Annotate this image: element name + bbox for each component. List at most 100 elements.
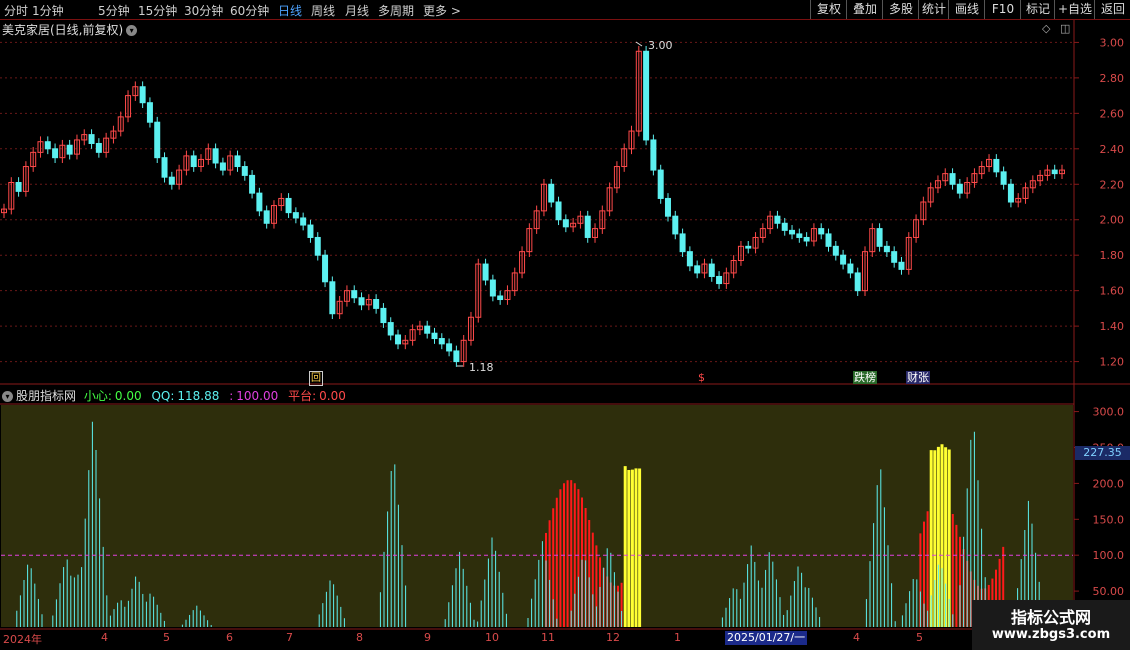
candle-body: [549, 184, 554, 202]
x-label-sep: 9: [424, 631, 431, 644]
candle-body: [556, 202, 561, 220]
candle-body: [67, 145, 72, 154]
candle-body: [1052, 170, 1057, 174]
candle-body: [994, 159, 999, 171]
candle-body: [957, 184, 962, 193]
indicator-tick-label: 300.0: [1093, 406, 1125, 419]
price-tick-label: 1.80: [1100, 249, 1125, 262]
candle-body: [826, 234, 831, 246]
candle-body: [293, 213, 298, 218]
x-label-apr-2025: 4: [853, 631, 860, 644]
candle-body: [308, 225, 313, 237]
indicator-name: 股朋指标网: [16, 389, 76, 403]
candle-body: [352, 291, 357, 298]
marker-diebang[interactable]: 跌榜: [853, 371, 877, 384]
candle-body: [323, 255, 328, 282]
marker-caizhang[interactable]: 财张: [906, 371, 930, 384]
third-value: 100.00: [236, 389, 278, 403]
candle-body: [899, 262, 904, 269]
candle-body: [374, 300, 379, 309]
candle-body: [687, 252, 692, 266]
price-tick-label: 2.00: [1100, 214, 1125, 227]
x-label-oct: 10: [485, 631, 499, 644]
candle-body: [359, 298, 364, 305]
candle-body: [301, 218, 306, 225]
candle-body: [717, 276, 722, 283]
candle-body: [396, 335, 401, 344]
candle-body: [213, 149, 218, 163]
watermark-url: www.zbgs3.com: [972, 627, 1130, 642]
candle-body: [425, 326, 430, 333]
candle-body: [381, 308, 386, 322]
indicator-title-row[interactable]: ▾ 股朋指标网 小心: 0.00 QQ: 118.88 :100.00 平台: 0.00: [2, 387, 346, 404]
high-price-label: 3.00: [648, 39, 673, 52]
chart-canvas: 3.00 2.80 2.60 2.40 2.20 2.00 1.80 1.60 1.40 1.20…: [0, 0, 1130, 650]
candle-body: [155, 122, 160, 157]
candle-body: [819, 229, 824, 234]
candle-body: [169, 177, 174, 184]
x-label-2024: 2024年: [3, 631, 42, 647]
candle-body: [841, 255, 846, 264]
indicator-tick-label: 50.00: [1093, 585, 1125, 598]
x-label-may-2025: 5: [916, 631, 923, 644]
candle-body: [250, 175, 255, 193]
marker-dollar[interactable]: $: [697, 371, 706, 384]
candle-body: [264, 211, 269, 223]
x-label-may: 5: [163, 631, 170, 644]
candle-body: [804, 237, 809, 241]
candle-body: [651, 140, 656, 170]
price-tick-label: 2.40: [1100, 143, 1125, 156]
candle-body: [432, 333, 437, 338]
price-tick-label: 3.00: [1100, 36, 1125, 49]
indicator-background: [1, 405, 1073, 627]
marker-hui[interactable]: 回: [309, 371, 323, 386]
x-label-nov: 11: [541, 631, 555, 644]
third-label: :: [229, 389, 233, 403]
candle-body: [490, 280, 495, 296]
candle-body: [790, 230, 795, 234]
candle-body: [884, 246, 889, 251]
xiaoxin-value: 0.00: [115, 389, 142, 403]
price-tick-label: 2.60: [1100, 107, 1125, 120]
candle-body: [658, 170, 663, 198]
current-date-cursor: 2025/01/27/一: [725, 631, 807, 645]
indicator-y-ticks: 300.0250.0200.0150.0100.050.00: [1074, 406, 1124, 599]
indicator-tick-label: 150.0: [1093, 513, 1125, 526]
indicator-tick-label: 100.0: [1093, 549, 1125, 562]
x-label-dec: 12: [606, 631, 620, 644]
candle-body: [140, 87, 145, 103]
current-indicator-value: 227.35: [1075, 446, 1130, 460]
candle-body: [1008, 184, 1013, 202]
watermark-title: 指标公式网: [972, 604, 1130, 628]
price-tick-label: 1.20: [1100, 356, 1125, 369]
candle-body: [315, 237, 320, 255]
candle-body: [162, 158, 167, 178]
candle-body: [16, 182, 21, 191]
pingtai-label: 平台:: [288, 389, 316, 403]
price-tick-label: 2.20: [1100, 178, 1125, 191]
candle-body: [833, 246, 838, 255]
candlesticks: [2, 46, 1065, 367]
price-tick-label: 1.60: [1100, 285, 1125, 298]
candle-body: [673, 216, 678, 234]
pingtai-value: 0.00: [319, 389, 346, 403]
candle-body: [454, 351, 459, 362]
high-low-labels: 3.00 1.18: [457, 39, 673, 374]
candle-body: [235, 156, 240, 167]
candle-body: [877, 229, 882, 247]
candle-body: [892, 252, 897, 263]
candle-body: [1001, 172, 1006, 184]
candle-body: [53, 149, 58, 158]
candle-body: [147, 103, 152, 123]
price-tick-label: 2.80: [1100, 72, 1125, 85]
low-price-label: 1.18: [469, 361, 494, 374]
qq-value: 118.88: [177, 389, 219, 403]
candle-body: [695, 266, 700, 273]
candle-body: [89, 135, 94, 144]
chevron-down-icon[interactable]: ▾: [2, 391, 13, 402]
price-tick-label: 1.40: [1100, 320, 1125, 333]
x-label-jun: 6: [226, 631, 233, 644]
candle-body: [665, 198, 670, 216]
x-label-aug: 8: [356, 631, 363, 644]
qq-label: QQ:: [151, 389, 174, 403]
